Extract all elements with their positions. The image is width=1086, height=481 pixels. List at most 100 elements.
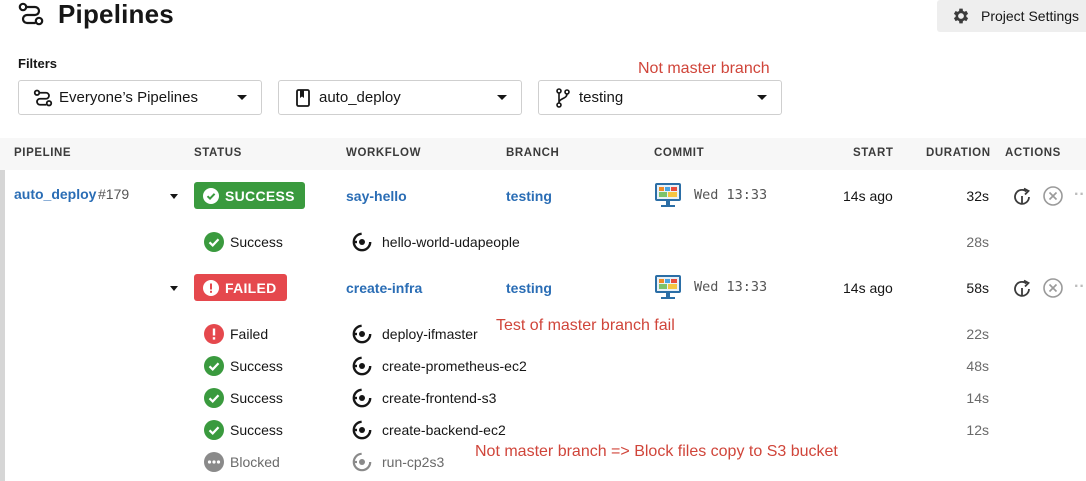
workflow-name-link[interactable]: create-infra <box>346 280 422 296</box>
workflow-status-badge: FAILED <box>194 274 287 301</box>
pipelines-scope-value: Everyone’s Pipelines <box>59 89 198 106</box>
commit-time: Wed 13:33 <box>694 279 768 295</box>
job-duration: 28s <box>966 234 989 250</box>
column-header-workflow: WORKFLOW <box>346 147 422 159</box>
job-status: Failed <box>204 324 268 344</box>
rerun-icon[interactable] <box>1011 277 1033 299</box>
job-status: Success <box>204 388 283 408</box>
workflow-duration: 32s <box>966 188 989 204</box>
job-name-text: run-cp2s3 <box>382 454 445 470</box>
failed-icon <box>203 279 219 296</box>
job-name[interactable]: deploy-ifmaster <box>352 324 478 344</box>
success-icon <box>204 356 224 376</box>
job-status-text: Success <box>230 422 283 438</box>
job-icon <box>352 452 372 472</box>
job-icon <box>352 356 372 376</box>
gear-icon <box>953 8 969 24</box>
workflow-duration: 58s <box>966 280 989 296</box>
project-settings-label: Project Settings <box>981 8 1080 24</box>
pipelines-scope-dropdown[interactable]: Everyone’s Pipelines <box>18 80 262 115</box>
pipelines-icon <box>33 89 53 106</box>
more-options-icon[interactable]: ·· <box>1074 278 1085 296</box>
start-time: 14s ago <box>843 188 893 204</box>
workflow-name-link[interactable]: say-hello <box>346 188 407 204</box>
avatar <box>655 183 681 207</box>
job-status: Success <box>204 420 283 440</box>
job-duration: 14s <box>966 390 989 406</box>
commit-info: Wed 13:33 <box>654 274 767 300</box>
job-name[interactable]: create-prometheus-ec2 <box>352 356 527 376</box>
annotation-branch-note: Not master branch <box>638 60 770 77</box>
more-options-icon[interactable]: ·· <box>1074 186 1085 204</box>
job-icon <box>352 324 372 344</box>
pipelines-icon <box>18 2 44 26</box>
column-header-start: START <box>853 147 894 159</box>
job-status: Success <box>204 232 283 252</box>
check-icon <box>203 187 219 204</box>
commit-info: Wed 13:33 <box>654 182 767 208</box>
avatar <box>655 275 681 299</box>
project-value: auto_deploy <box>319 89 401 106</box>
workflow-status-badge: SUCCESS <box>194 182 305 209</box>
job-name-text: create-backend-ec2 <box>382 422 506 438</box>
branch-link[interactable]: testing <box>506 280 552 296</box>
job-status-text: Blocked <box>230 454 280 470</box>
column-header-branch: BRANCH <box>506 147 560 159</box>
pipeline-name-link[interactable]: auto_deploy <box>14 186 96 202</box>
job-status-text: Failed <box>230 326 269 342</box>
chevron-down-icon <box>497 95 507 100</box>
job-icon <box>352 420 372 440</box>
job-duration: 22s <box>966 326 989 342</box>
job-status: Success <box>204 356 283 376</box>
job-duration: 48s <box>966 358 989 374</box>
column-header-status: STATUS <box>194 147 242 159</box>
job-name-text: deploy-ifmaster <box>382 326 478 342</box>
job-duration: 12s <box>966 422 989 438</box>
job-icon <box>352 232 372 252</box>
success-icon <box>204 420 224 440</box>
success-icon <box>204 388 224 408</box>
workflow-status-text: SUCCESS <box>225 187 295 204</box>
project-dropdown[interactable]: auto_deploy <box>278 80 522 115</box>
commit-time: Wed 13:33 <box>694 187 768 203</box>
column-header-commit: COMMIT <box>654 147 705 159</box>
branch-icon <box>556 87 570 108</box>
branch-dropdown[interactable]: testing <box>538 80 782 115</box>
job-name[interactable]: create-backend-ec2 <box>352 420 506 440</box>
branch-link[interactable]: testing <box>506 188 552 204</box>
project-settings-button[interactable]: Project Settings <box>937 0 1086 32</box>
chevron-down-icon <box>757 95 767 100</box>
branch-value: testing <box>579 89 624 106</box>
job-name[interactable]: hello-world-udapeople <box>352 232 520 252</box>
job-status: Blocked <box>204 452 280 472</box>
column-header-pipeline: PIPELINE <box>14 147 72 159</box>
rerun-icon[interactable] <box>1011 185 1033 207</box>
workflow-expand-caret[interactable] <box>170 286 178 291</box>
annotation-block-note: Not master branch => Block files copy to… <box>475 443 838 460</box>
success-icon <box>204 232 224 252</box>
blocked-icon <box>204 452 224 472</box>
chevron-down-icon <box>237 95 247 100</box>
job-status-text: Success <box>230 390 283 406</box>
job-name-text: create-prometheus-ec2 <box>382 358 527 374</box>
job-icon <box>352 388 372 408</box>
failed-icon <box>204 324 224 344</box>
cancel-icon[interactable] <box>1042 185 1064 207</box>
column-header-actions: ACTIONS <box>1005 147 1061 159</box>
start-time: 14s ago <box>843 280 893 296</box>
filters-label: Filters <box>18 56 58 71</box>
cancel-icon[interactable] <box>1042 277 1064 299</box>
page-title: Pipelines <box>58 0 174 29</box>
job-status-text: Success <box>230 234 283 250</box>
column-header-duration: DURATION <box>926 147 991 159</box>
pipeline-group-bar <box>0 170 5 481</box>
job-name-text: create-frontend-s3 <box>382 390 497 406</box>
pipeline-number: #179 <box>98 186 130 202</box>
annotation-fail-note: Test of master branch fail <box>496 317 675 334</box>
job-name-text: hello-world-udapeople <box>382 234 520 250</box>
repo-icon <box>296 88 310 107</box>
workflow-expand-caret[interactable] <box>170 194 178 199</box>
job-name[interactable]: create-frontend-s3 <box>352 388 496 408</box>
job-name[interactable]: run-cp2s3 <box>352 452 444 472</box>
workflow-status-text: FAILED <box>225 279 277 296</box>
